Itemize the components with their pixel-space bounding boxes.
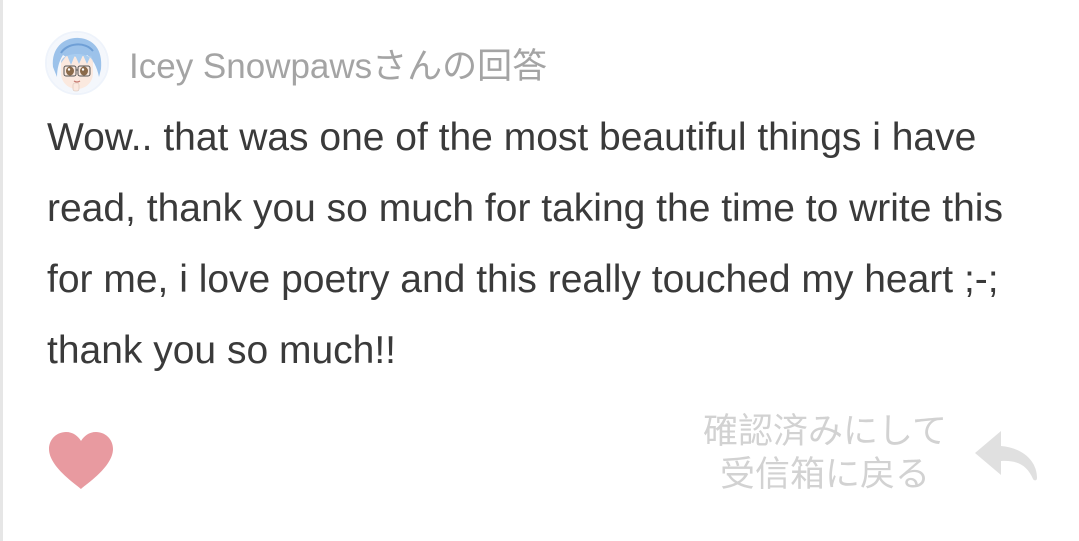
heart-icon xyxy=(49,432,113,489)
answer-header: Icey Snowpawsさんの回答 xyxy=(45,30,547,96)
anime-avatar-icon xyxy=(47,33,107,93)
like-button[interactable] xyxy=(47,431,115,491)
reply-arrow-icon xyxy=(975,431,1037,481)
mark-read-label-line2: 受信箱に戻る xyxy=(719,455,930,495)
mark-read-label-line1: 確認済みにして xyxy=(703,412,947,452)
return-button[interactable] xyxy=(971,427,1041,487)
mark-read-return-button[interactable]: 確認済みにして 受信箱に戻る xyxy=(695,411,955,497)
answer-author-label: Icey Snowpawsさんの回答 xyxy=(129,46,548,86)
answer-text: Wow.. that was one of the most beautiful… xyxy=(47,116,1003,372)
avatar[interactable] xyxy=(45,31,109,95)
answer-footer: 確認済みにして 受信箱に戻る xyxy=(3,405,1079,505)
answer-card: Icey Snowpawsさんの回答 Wow.. that was one of… xyxy=(0,0,1079,541)
